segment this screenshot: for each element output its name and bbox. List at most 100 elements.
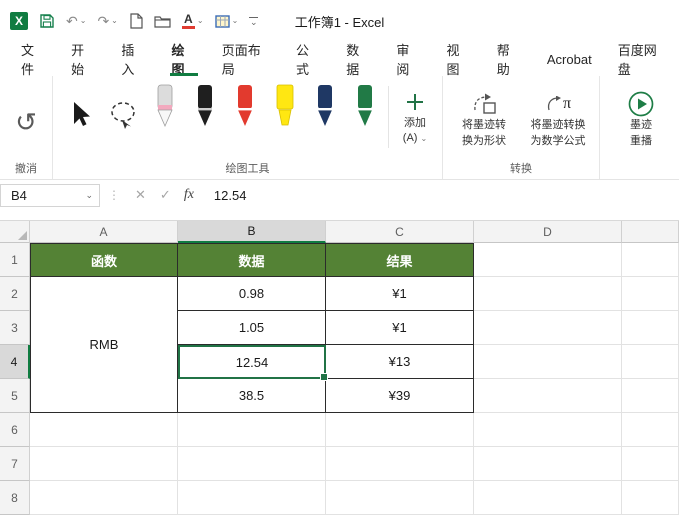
name-box[interactable]: B4 ⌄ xyxy=(0,183,100,207)
formula-input[interactable]: 12.54 xyxy=(202,188,679,203)
red-pen-button[interactable] xyxy=(225,82,265,148)
table-borders-button[interactable]: ⌄ xyxy=(214,14,239,28)
tab-review[interactable]: 审阅 xyxy=(383,42,433,77)
open-file-button[interactable] xyxy=(154,14,171,28)
row-header-4[interactable]: 4 xyxy=(0,345,30,379)
cell-E4[interactable] xyxy=(622,345,679,379)
green-pen-icon xyxy=(358,85,372,126)
row-header-2[interactable]: 2 xyxy=(0,277,30,311)
cell-B2[interactable]: 0.98 xyxy=(178,277,326,311)
insert-function-icon[interactable]: fx xyxy=(184,187,194,203)
font-color-icon: A xyxy=(181,13,195,29)
cell-B6[interactable] xyxy=(178,413,326,447)
tab-view[interactable]: 视图 xyxy=(434,42,484,77)
col-header-A[interactable]: A xyxy=(30,221,178,243)
cell-D3[interactable] xyxy=(474,311,622,345)
black-pen-button[interactable] xyxy=(185,82,225,148)
tab-acrobat[interactable]: Acrobat xyxy=(534,42,605,76)
yellow-highlighter-button[interactable] xyxy=(265,82,305,148)
save-icon xyxy=(40,14,54,28)
cell-D4[interactable] xyxy=(474,345,622,379)
ink-to-shape-button[interactable]: 将墨迹转 换为形状 xyxy=(447,82,521,150)
cell-C7[interactable] xyxy=(326,447,474,481)
cell-B5[interactable]: 38.5 xyxy=(178,379,326,413)
cell-E2[interactable] xyxy=(622,277,679,311)
cell-C1[interactable]: 结果 xyxy=(326,243,474,277)
cell-B1[interactable]: 数据 xyxy=(178,243,326,277)
new-file-button[interactable] xyxy=(129,13,143,29)
tab-page-layout[interactable]: 页面布局 xyxy=(209,42,283,77)
cancel-entry-icon[interactable]: ✕ xyxy=(135,187,146,203)
ink-to-math-button[interactable]: π 将墨迹转换 为数学公式 xyxy=(521,82,595,150)
row-header-8[interactable]: 8 xyxy=(0,481,30,515)
formula-bar-handle-icon[interactable]: ⋮ xyxy=(108,188,120,202)
window-title: 工作簿1 - Excel xyxy=(294,14,385,30)
cell-D1[interactable] xyxy=(474,243,622,277)
cell-C4[interactable]: ¥13 xyxy=(326,345,474,379)
tab-help[interactable]: 帮助 xyxy=(484,42,534,77)
green-pen-button[interactable] xyxy=(345,82,385,148)
tab-draw[interactable]: 绘图 xyxy=(159,42,209,77)
col-header-B[interactable]: B xyxy=(178,221,326,243)
redo-button[interactable]: ↷ ⌄ xyxy=(97,14,117,28)
cell-A7[interactable] xyxy=(30,447,178,481)
cell-A1[interactable]: 函数 xyxy=(30,243,178,277)
confirm-entry-icon[interactable]: ✓ xyxy=(160,187,171,203)
add-pen-button[interactable]: 添加 (A) ⌄ xyxy=(392,82,438,144)
col-header-E-partial[interactable] xyxy=(622,221,679,243)
cell-A8[interactable] xyxy=(30,481,178,515)
eraser-tool-button[interactable] xyxy=(145,82,185,148)
row-header-6[interactable]: 6 xyxy=(0,413,30,447)
cell-E7[interactable] xyxy=(622,447,679,481)
cell-A6[interactable] xyxy=(30,413,178,447)
cell-C5[interactable]: ¥39 xyxy=(326,379,474,413)
font-color-button[interactable]: A ⌄ xyxy=(181,13,204,29)
name-box-dropdown-icon[interactable]: ⌄ xyxy=(85,190,93,201)
tab-insert[interactable]: 插入 xyxy=(108,42,158,77)
cell-D2[interactable] xyxy=(474,277,622,311)
select-all-corner[interactable] xyxy=(0,221,30,243)
row-header-5[interactable]: 5 xyxy=(0,379,30,413)
cell-E1[interactable] xyxy=(622,243,679,277)
cell-E6[interactable] xyxy=(622,413,679,447)
cell-D6[interactable] xyxy=(474,413,622,447)
ink-replay-button[interactable]: 墨迹 重播 xyxy=(604,82,678,150)
tab-home[interactable]: 开始 xyxy=(58,42,108,77)
row-header-1[interactable]: 1 xyxy=(0,243,30,277)
select-tool-button[interactable] xyxy=(57,82,101,148)
cell-C3[interactable]: ¥1 xyxy=(326,311,474,345)
cell-C6[interactable] xyxy=(326,413,474,447)
ribbon-undo-button[interactable]: ↺ xyxy=(4,82,48,148)
tab-baidu-netdisk[interactable]: 百度网盘 xyxy=(605,42,679,77)
cell-E3[interactable] xyxy=(622,311,679,345)
cell-D7[interactable] xyxy=(474,447,622,481)
cell-B8[interactable] xyxy=(178,481,326,515)
cell-B3[interactable]: 1.05 xyxy=(178,311,326,345)
save-button[interactable] xyxy=(39,13,55,29)
undo-button[interactable]: ↶ ⌄ xyxy=(66,14,86,28)
col-header-D[interactable]: D xyxy=(474,221,622,243)
cell-B4-selected[interactable]: 12.54 xyxy=(178,345,328,381)
tab-formulas[interactable]: 公式 xyxy=(283,42,333,77)
cell-E8[interactable] xyxy=(622,481,679,515)
blue-pen-button[interactable] xyxy=(305,82,345,148)
cell-E5[interactable] xyxy=(622,379,679,413)
cell-C8[interactable] xyxy=(326,481,474,515)
redo-dropdown-icon[interactable]: ⌄ xyxy=(111,17,118,25)
cell-D8[interactable] xyxy=(474,481,622,515)
row-header-7[interactable]: 7 xyxy=(0,447,30,481)
customize-quick-access-button[interactable]: ⌄ xyxy=(249,16,259,27)
cell-D5[interactable] xyxy=(474,379,622,413)
font-color-dropdown-icon[interactable]: ⌄ xyxy=(197,17,204,25)
tab-data[interactable]: 数据 xyxy=(333,42,383,77)
undo-dropdown-icon[interactable]: ⌄ xyxy=(80,17,87,25)
col-header-C[interactable]: C xyxy=(326,221,474,243)
cell-A2-A5-merged[interactable]: RMB xyxy=(30,277,178,413)
table-borders-dropdown-icon[interactable]: ⌄ xyxy=(232,17,239,25)
row-header-3[interactable]: 3 xyxy=(0,311,30,345)
tab-file[interactable]: 文件 xyxy=(8,42,58,77)
lasso-select-button[interactable] xyxy=(101,82,145,148)
cell-B7[interactable] xyxy=(178,447,326,481)
cell-C2[interactable]: ¥1 xyxy=(326,277,474,311)
ink-to-shape-icon xyxy=(474,93,496,114)
